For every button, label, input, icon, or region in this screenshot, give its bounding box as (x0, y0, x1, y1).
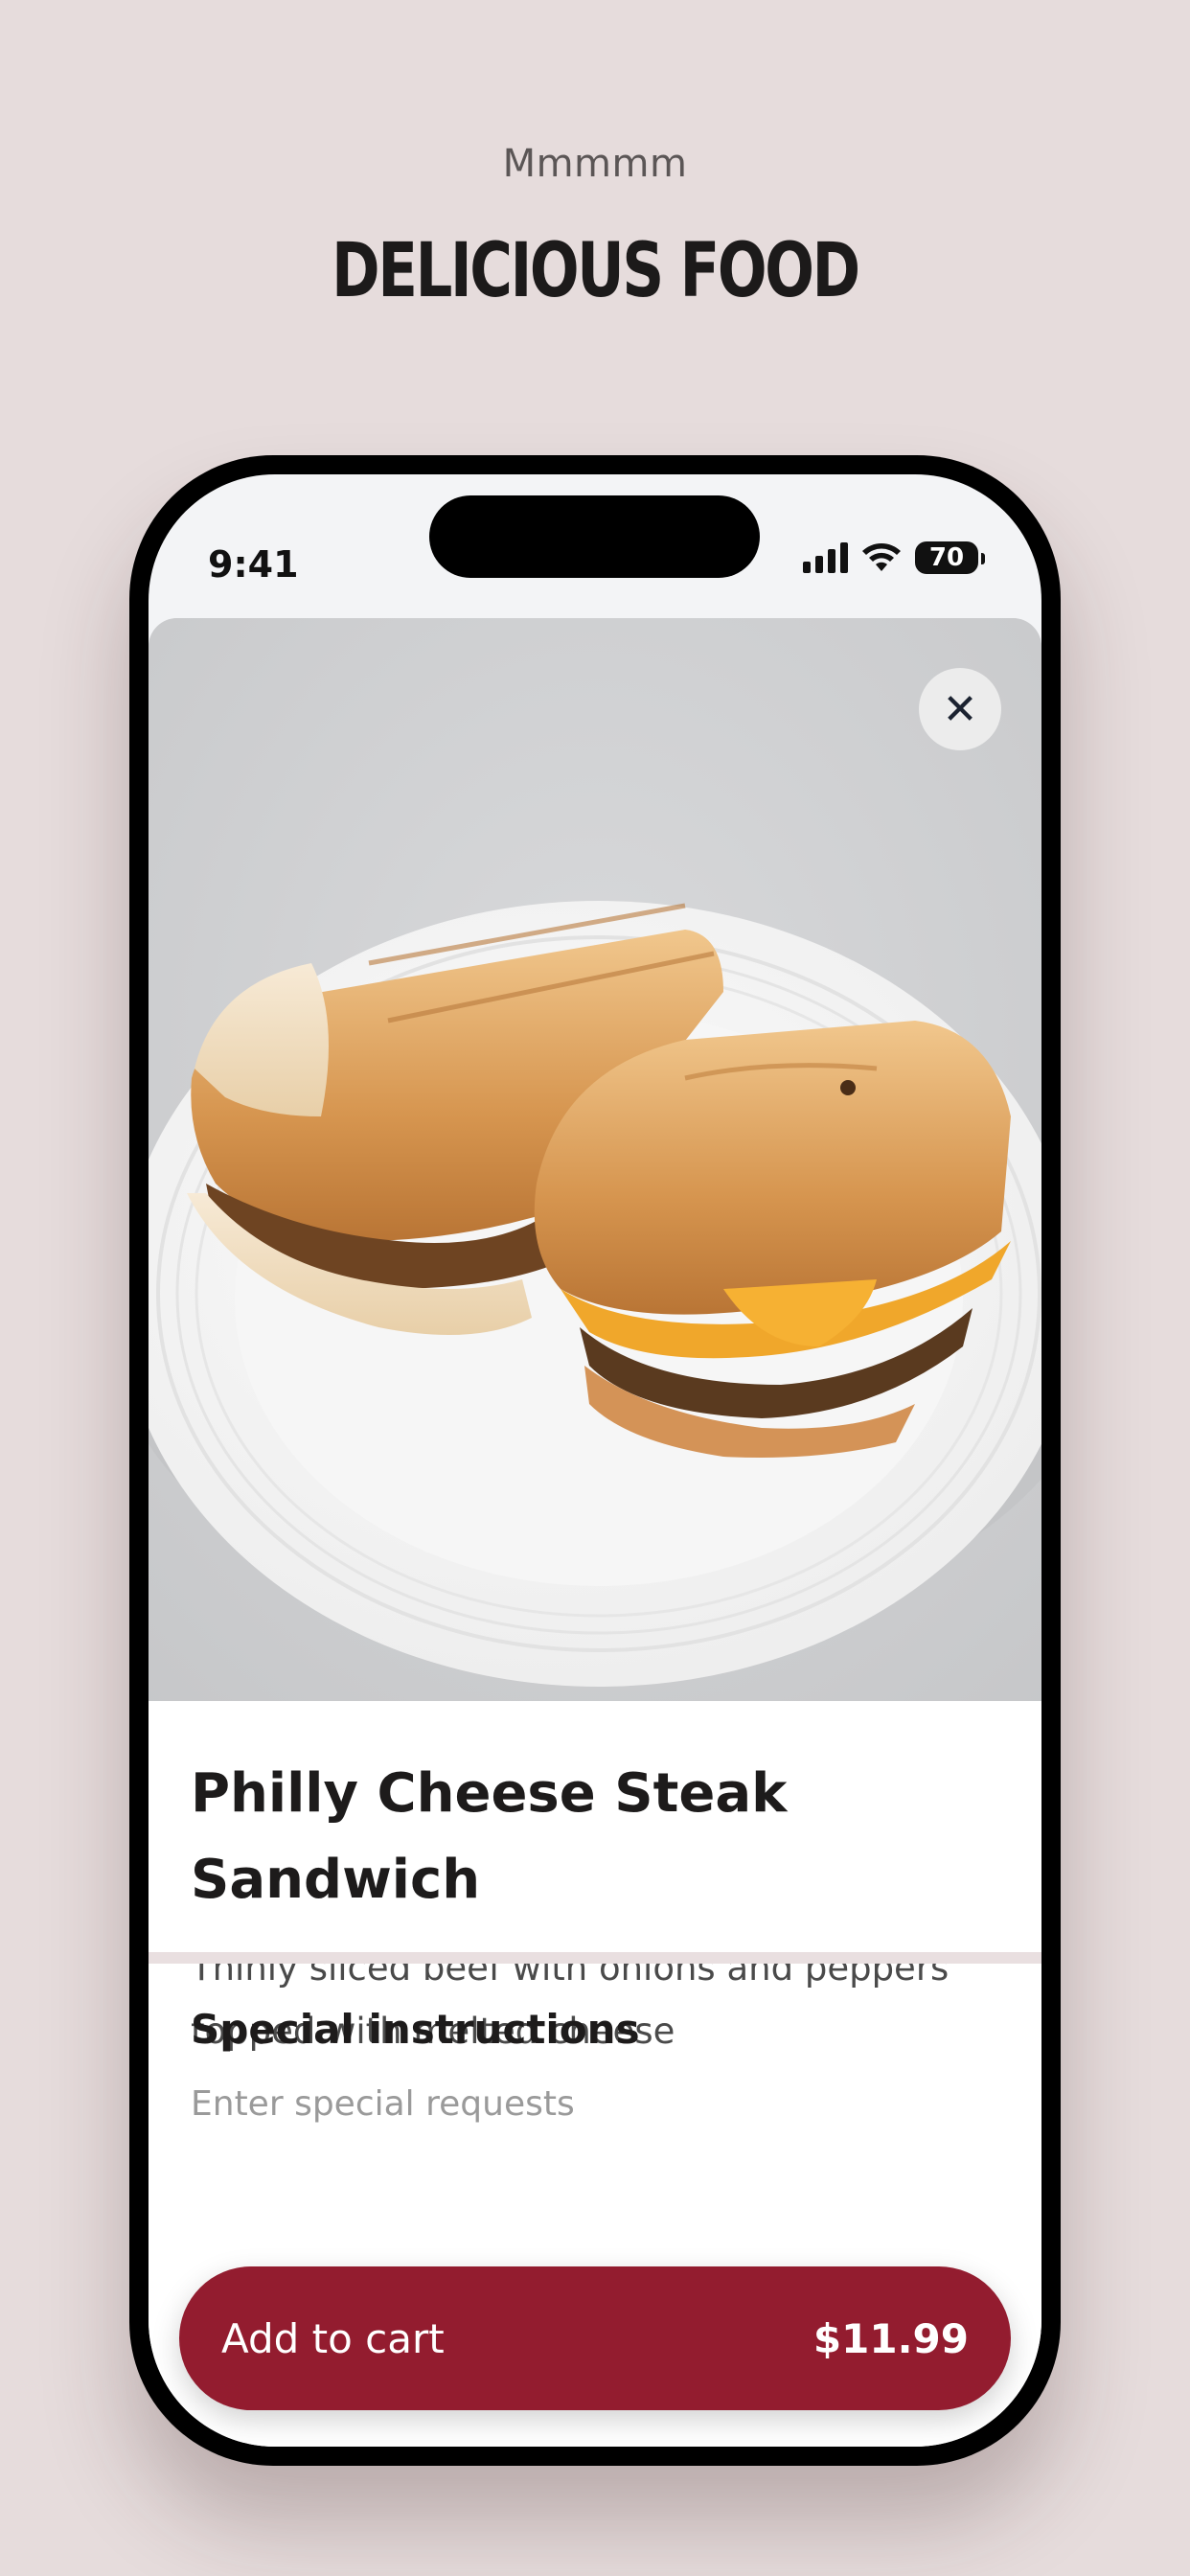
signal-icon (803, 542, 848, 573)
page-headline: Delicious Food (332, 228, 860, 314)
product-sheet: ✕ Philly Cheese Steak Sandwich Thinly sl… (149, 618, 1041, 2447)
battery-icon: 70 (915, 541, 985, 574)
product-title: Philly Cheese Steak Sandwich (191, 1762, 788, 1911)
status-icons: 70 (803, 541, 985, 574)
eyebrow-text: Mmmmm (502, 142, 688, 186)
dynamic-island (429, 495, 760, 578)
sandwich-photo: ✕ (149, 618, 1041, 1701)
add-to-cart-label: Add to cart (221, 2314, 445, 2362)
close-button[interactable]: ✕ (919, 668, 1001, 750)
cart-price: $11.99 (812, 2314, 969, 2362)
wifi-icon (862, 543, 901, 571)
section-divider (149, 1952, 1041, 1964)
add-to-cart-button[interactable]: Add to cart $11.99 (179, 2266, 1011, 2410)
close-icon: ✕ (942, 684, 978, 734)
phone-frame: 9:41 70 ✕ Philly Cheese Steak Sandwich T… (129, 455, 1061, 2466)
phone-screen: 9:41 70 ✕ Philly Cheese Steak Sandwich T… (149, 474, 1041, 2447)
sandwich-illustration (149, 618, 1041, 1701)
special-instructions-heading: Special instructions (191, 2006, 640, 2053)
special-instructions-input[interactable]: Enter special requests (191, 2084, 575, 2124)
status-time: 9:41 (208, 543, 299, 586)
